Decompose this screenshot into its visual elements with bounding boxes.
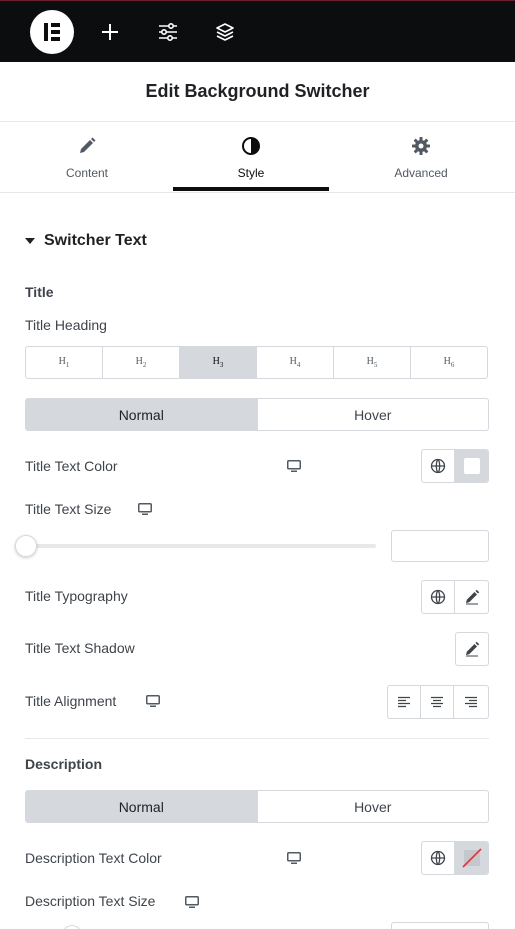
responsive-desktop-icon[interactable] <box>138 503 152 515</box>
color-swatch-white <box>463 458 480 474</box>
title-text-size-input[interactable] <box>391 530 489 562</box>
tab-normal[interactable]: Normal <box>26 399 258 430</box>
tab-hover[interactable]: Hover <box>258 399 489 430</box>
heading-option-h6[interactable]: H6 <box>411 347 487 378</box>
color-swatch[interactable] <box>455 842 488 874</box>
elementor-logo-icon[interactable] <box>30 10 74 54</box>
section-divider <box>25 738 489 739</box>
responsive-desktop-icon[interactable] <box>287 852 301 864</box>
panel-tabs: Content Style Advanced <box>0 122 515 193</box>
heading-option-h3[interactable]: H3 <box>180 347 257 378</box>
heading-option-h1[interactable]: H1 <box>26 347 103 378</box>
edit-pencil-icon[interactable] <box>455 581 488 613</box>
title-text-size-slider-track[interactable] <box>25 544 376 548</box>
title-text-shadow-label: Title Text Shadow <box>25 640 135 656</box>
title-typography-label: Title Typography <box>25 588 128 604</box>
pencil-icon <box>9 136 165 158</box>
responsive-desktop-icon[interactable] <box>185 896 199 908</box>
tab-advanced-label: Advanced <box>394 166 448 180</box>
active-tab-indicator <box>173 187 329 191</box>
title-heading-label: Title Heading <box>25 317 107 333</box>
tab-style[interactable]: Style <box>173 122 329 193</box>
globe-icon[interactable] <box>422 450 455 482</box>
color-swatch[interactable] <box>455 450 488 482</box>
tab-content[interactable]: Content <box>9 122 165 193</box>
panel-header: Edit Background Switcher <box>0 62 515 122</box>
globe-icon[interactable] <box>422 581 455 613</box>
heading-option-h5[interactable]: H5 <box>334 347 411 378</box>
no-color-icon <box>461 848 482 868</box>
responsive-desktop-icon[interactable] <box>287 460 301 472</box>
heading-option-h2[interactable]: H2 <box>103 347 180 378</box>
editor-topbar <box>0 0 515 62</box>
tab-hover[interactable]: Hover <box>258 791 489 822</box>
description-state-tabs: Normal Hover <box>25 790 489 823</box>
plus-icon[interactable] <box>95 17 125 47</box>
tab-advanced[interactable]: Advanced <box>343 122 499 193</box>
title-state-tabs: Normal Hover <box>25 398 489 431</box>
gear-icon <box>343 136 499 158</box>
tab-style-label: Style <box>237 166 265 180</box>
title-group-heading: Title <box>25 284 54 300</box>
edit-pencil-icon[interactable] <box>456 633 488 665</box>
title-text-size-label: Title Text Size <box>25 501 112 517</box>
title-text-size-slider-handle[interactable] <box>15 535 37 557</box>
description-text-color-label: Description Text Color <box>25 850 162 866</box>
title-alignment-label: Title Alignment <box>25 693 117 709</box>
description-text-size-label: Description Text Size <box>25 893 156 909</box>
caret-down-icon <box>25 238 35 244</box>
sliders-icon[interactable] <box>153 17 183 47</box>
title-typography-control <box>421 580 489 614</box>
title-text-color-control <box>421 449 489 483</box>
tab-normal[interactable]: Normal <box>26 791 258 822</box>
align-center-icon[interactable] <box>421 686 454 718</box>
section-toggle-switcher-text[interactable]: Switcher Text <box>25 232 147 250</box>
tab-content-label: Content <box>65 166 109 180</box>
description-text-color-control <box>421 841 489 875</box>
title-text-shadow-control <box>455 632 489 666</box>
half-circle-icon <box>173 136 329 158</box>
align-right-icon[interactable] <box>454 686 487 718</box>
heading-option-h4[interactable]: H4 <box>257 347 334 378</box>
panel-title: Edit Background Switcher <box>145 81 370 101</box>
align-left-icon[interactable] <box>388 686 421 718</box>
description-text-size-input[interactable] <box>391 922 489 929</box>
globe-icon[interactable] <box>422 842 455 874</box>
title-text-color-label: Title Text Color <box>25 458 118 474</box>
responsive-desktop-icon[interactable] <box>146 695 160 707</box>
title-alignment-control <box>387 685 489 719</box>
description-group-heading: Description <box>25 756 103 772</box>
layers-icon[interactable] <box>210 17 240 47</box>
title-heading-selector: H1 H2 H3 H4 H5 H6 <box>25 346 488 379</box>
section-title: Switcher Text <box>44 232 147 249</box>
